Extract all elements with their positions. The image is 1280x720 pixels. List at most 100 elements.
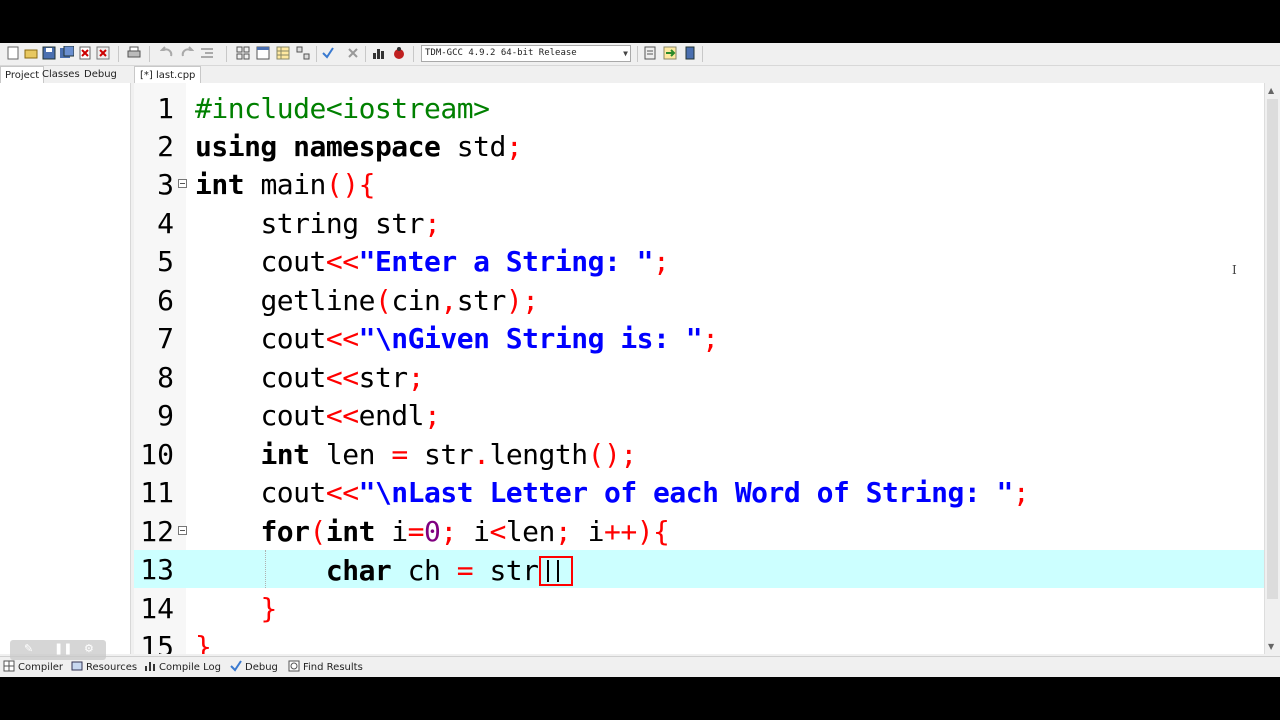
symbol: ){ <box>636 515 670 548</box>
bracket-match-highlight <box>538 556 573 586</box>
print-icon[interactable] <box>127 46 141 60</box>
operator: ++ <box>603 515 637 548</box>
symbol: ; <box>702 322 719 355</box>
identifier: i <box>374 515 408 548</box>
symbol: ( <box>309 515 327 548</box>
toolbar-separator <box>413 46 414 62</box>
code-line[interactable]: 3 int main(){ <box>134 165 1264 203</box>
symbol: ( <box>374 284 392 317</box>
code-text: for(int i=0; i<len; i++){ <box>195 518 669 546</box>
project-panel <box>0 83 131 654</box>
code-text: using namespace std; <box>195 130 523 163</box>
scrollbar-thumb[interactable] <box>1267 99 1278 599</box>
chevron-down-icon: ▼ <box>623 49 628 58</box>
undo-icon[interactable] <box>160 46 174 60</box>
open-file-icon[interactable] <box>24 46 38 60</box>
vertical-scrollbar[interactable]: ▲ ▼ <box>1264 83 1280 654</box>
code-line[interactable]: 7 cout<<"\nGiven String is: "; <box>134 319 1264 357</box>
code-line[interactable]: 11 cout<<"\nLast Letter of each Word of … <box>134 473 1264 511</box>
code-line[interactable]: 8 cout<<str; <box>134 358 1264 396</box>
identifier: str <box>473 554 539 587</box>
project-options-icon[interactable] <box>643 46 657 60</box>
scroll-up-icon[interactable]: ▲ <box>1268 86 1274 95</box>
code-text: cout<<str; <box>195 364 424 392</box>
symbol: } <box>260 592 277 625</box>
redo-icon[interactable] <box>180 46 194 60</box>
symbol: ; <box>653 245 670 278</box>
goto-icon[interactable] <box>663 46 677 60</box>
close-all-icon[interactable] <box>96 46 110 60</box>
close-file-icon[interactable] <box>78 46 92 60</box>
tab-compile-log[interactable]: Compile Log <box>144 660 221 675</box>
new-file-icon[interactable] <box>6 46 20 60</box>
chart-icon[interactable] <box>372 46 386 60</box>
fold-toggle-icon[interactable] <box>178 179 187 188</box>
identifier: cout <box>260 245 326 278</box>
toolbar-separator <box>149 46 150 62</box>
settings-icon[interactable]: ⚙ <box>84 642 94 655</box>
code-line[interactable]: 10 int len = str.length(); <box>134 435 1264 473</box>
symbol: ; <box>440 515 457 548</box>
operator: = <box>456 554 474 587</box>
tab-find-results-label: Find Results <box>303 662 363 673</box>
line-number: 2 <box>157 130 174 163</box>
editor-tab-last-cpp[interactable]: [*] last.cpp <box>134 66 202 84</box>
identifier: cout <box>260 399 326 432</box>
toolbar-separator <box>118 46 119 62</box>
code-editor[interactable]: 1 #include<iostream> 2 using namespace s… <box>134 83 1280 654</box>
recording-controls-overlay[interactable]: ✎ ❚❚ ⚙ <box>10 640 106 660</box>
code-line[interactable]: 4 string str; <box>134 204 1264 242</box>
code-line-current[interactable]: 13 char ch = str <box>134 550 1264 588</box>
tab-resources-label: Resources <box>86 662 138 673</box>
operator: = <box>407 515 425 548</box>
tab-compiler[interactable]: Compiler <box>3 660 63 675</box>
grid-view-icon[interactable] <box>236 46 250 60</box>
keyword: for <box>260 515 310 548</box>
tab-classes[interactable]: Classes <box>38 66 84 83</box>
code-line[interactable]: 12 for(int i=0; i<len; i++){ <box>134 512 1264 550</box>
code-line[interactable]: 5 cout<<"Enter a String: "; <box>134 242 1264 280</box>
identifier: endl <box>358 399 425 432</box>
window-icon[interactable] <box>256 46 270 60</box>
identifier: str <box>407 438 474 471</box>
insert-icon[interactable] <box>683 46 697 60</box>
stop-icon[interactable] <box>346 46 360 60</box>
tab-debug[interactable]: Debug <box>80 66 121 83</box>
scroll-down-icon[interactable]: ▼ <box>1268 642 1274 651</box>
identifier: len <box>309 438 392 471</box>
tab-resources[interactable]: Resources <box>71 660 137 675</box>
tab-debug-bottom[interactable]: Debug <box>230 660 278 675</box>
keyword: namespace <box>293 130 441 163</box>
line-number: 14 <box>140 592 174 625</box>
number-literal: 0 <box>424 515 441 548</box>
code-line[interactable]: 14 } <box>134 589 1264 627</box>
save-all-icon[interactable] <box>60 46 74 60</box>
line-number: 6 <box>157 284 174 317</box>
code-text: } <box>195 595 277 623</box>
code-text: cout<<"\nLast Letter of each Word of Str… <box>195 479 1029 507</box>
code-text: int main(){ <box>195 171 375 199</box>
bottom-panel-tabs: Compiler Resources Compile Log Debug Fin… <box>0 656 1280 677</box>
pen-icon[interactable]: ✎ <box>24 642 33 655</box>
code-line[interactable]: 9 cout<<endl; <box>134 396 1264 434</box>
compiler-select[interactable]: TDM-GCC 4.9.2 64-bit Release ▼ <box>421 45 631 62</box>
string-literal: "\nGiven String is: " <box>358 322 703 355</box>
fold-toggle-icon[interactable] <box>178 526 187 535</box>
save-icon[interactable] <box>42 46 56 60</box>
code-line[interactable]: 2 using namespace std; <box>134 127 1264 165</box>
code-text: getline(cin,str); <box>195 287 539 315</box>
table-icon[interactable] <box>276 46 290 60</box>
check-icon[interactable] <box>321 46 335 60</box>
identifier: ch <box>391 554 457 587</box>
code-line[interactable]: 15 } <box>134 627 1264 655</box>
debug-bug-icon[interactable] <box>392 46 406 60</box>
tab-find-results[interactable]: Find Results <box>288 660 363 675</box>
line-number: 13 <box>140 553 174 586</box>
pause-icon[interactable]: ❚❚ <box>54 642 72 655</box>
code-line[interactable]: 1 #include<iostream> <box>134 89 1264 127</box>
code-line[interactable]: 6 getline(cin,str); <box>134 281 1264 319</box>
tiles-icon[interactable] <box>296 46 310 60</box>
bottom-letterbox <box>0 677 1280 720</box>
indent-icon[interactable] <box>200 46 214 60</box>
identifier: i <box>571 515 605 548</box>
